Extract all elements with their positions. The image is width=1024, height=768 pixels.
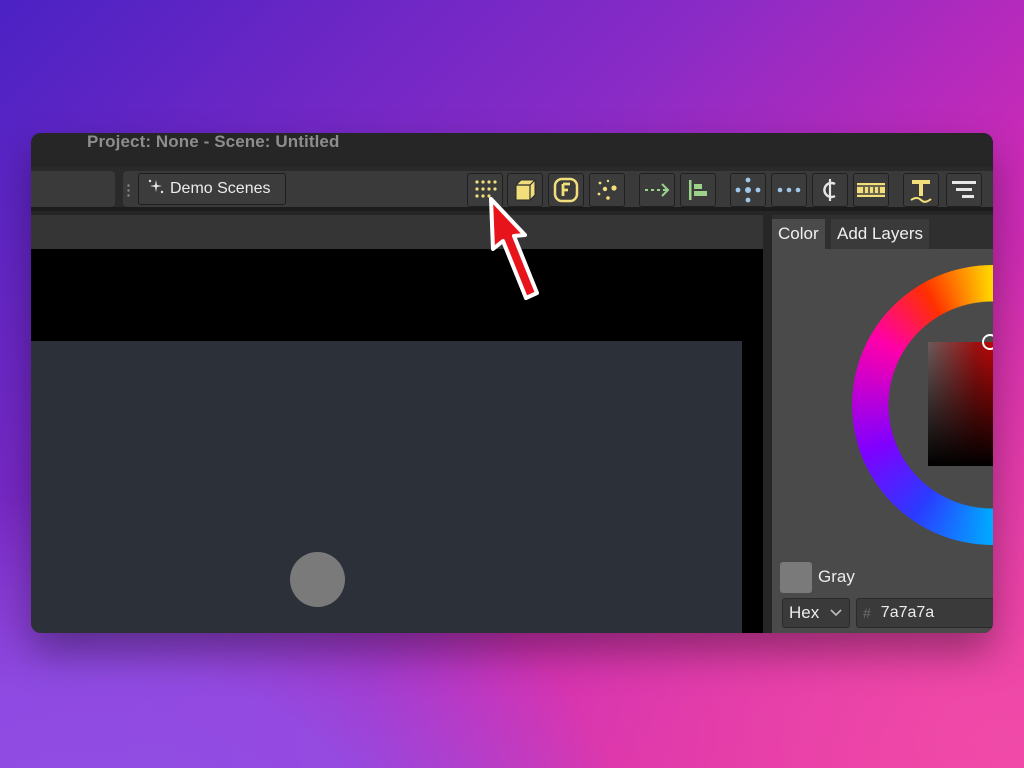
f-badge-icon — [553, 177, 579, 203]
saturation-value-square[interactable] — [928, 342, 993, 466]
annotation-arrow-icon — [483, 195, 545, 312]
demo-scenes-button[interactable]: Demo Scenes — [138, 173, 286, 205]
align-left-icon — [685, 177, 711, 203]
tool-button-text[interactable] — [903, 173, 939, 207]
color-picker-handle[interactable] — [982, 334, 993, 350]
hex-value-input[interactable]: # 7a7a7a — [856, 598, 993, 628]
tool-button-align-left[interactable] — [680, 173, 716, 207]
tool-button-stairs[interactable] — [946, 173, 982, 207]
color-format-select[interactable]: Hex — [782, 598, 850, 628]
hex-value: 7a7a7a — [880, 604, 935, 621]
cent-icon — [817, 176, 843, 204]
tool-button-dots-line[interactable] — [771, 173, 807, 207]
chevron-down-icon — [829, 603, 843, 623]
film-strip-icon — [856, 177, 886, 203]
toolbar-left-area — [31, 171, 115, 207]
color-name-label: Gray — [818, 567, 855, 586]
scene-circle-object[interactable] — [290, 552, 345, 607]
text-tool-icon — [907, 176, 935, 204]
tool-button-cent[interactable] — [812, 173, 848, 207]
tab-add-layers[interactable]: Add Layers — [831, 219, 929, 249]
toolbar-grip-handle[interactable] — [127, 183, 130, 197]
tool-button-film-strip[interactable] — [853, 173, 889, 207]
stairs-icon — [950, 177, 978, 203]
hash-prefix: # — [863, 605, 871, 621]
particles-icon — [594, 177, 620, 203]
viewport-right-edge — [742, 249, 763, 633]
move-cross-icon — [734, 176, 762, 204]
tool-button-dashed-arrow[interactable] — [639, 173, 675, 207]
title-bar: Project: None - Scene: Untitled — [31, 133, 993, 167]
tool-button-particles[interactable] — [589, 173, 625, 207]
tool-button-f[interactable] — [548, 173, 584, 207]
tool-button-move[interactable] — [730, 173, 766, 207]
window-title: Project: None - Scene: Untitled — [87, 133, 340, 151]
sparkle-icon — [146, 177, 166, 202]
color-panel: Color Add Layers Gray Hex # 7a7a7a — [768, 215, 993, 633]
dots-line-icon — [775, 177, 803, 203]
demo-scenes-label: Demo Scenes — [170, 180, 271, 197]
panel-tabs: Color Add Layers — [772, 215, 993, 249]
color-format-value: Hex — [789, 603, 820, 622]
tab-color[interactable]: Color — [772, 219, 825, 249]
dashed-arrow-icon — [643, 177, 671, 203]
scene-canvas[interactable] — [31, 341, 742, 633]
viewport-header — [31, 215, 763, 249]
toolbar-main-area: Demo Scenes — [123, 171, 993, 207]
viewport-top-area — [31, 249, 763, 341]
color-swatch[interactable] — [780, 562, 812, 593]
